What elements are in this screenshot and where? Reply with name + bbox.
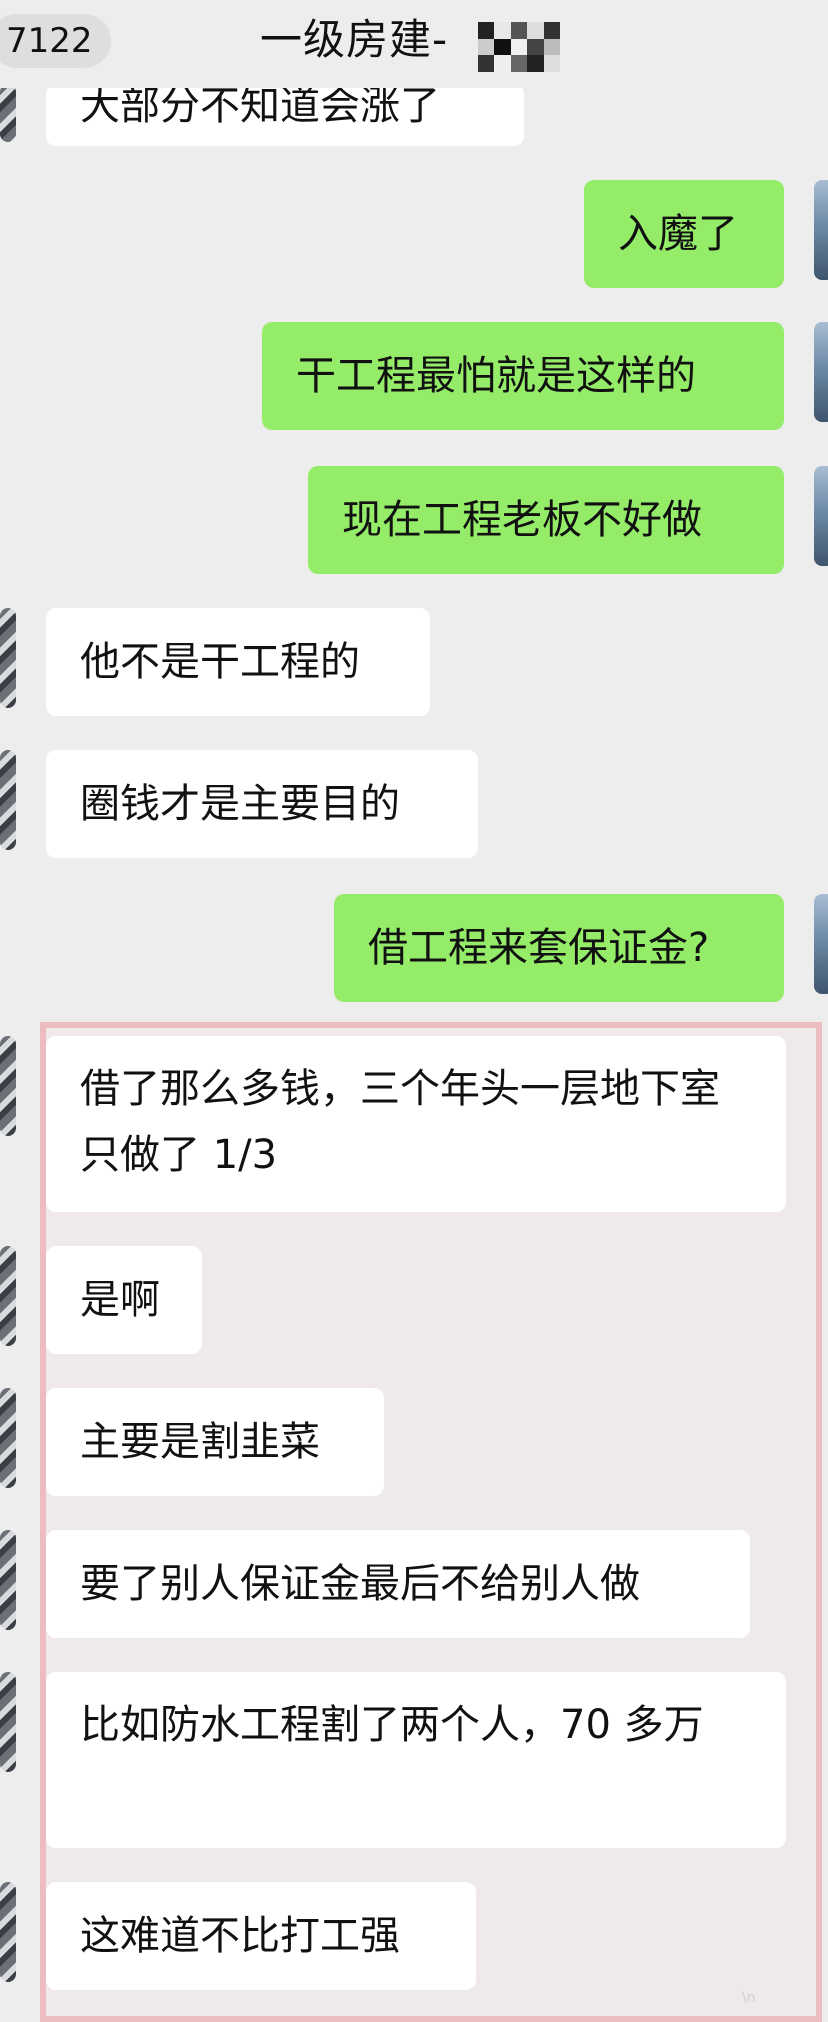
contact-avatar[interactable] xyxy=(0,84,16,142)
message-bubble-incoming[interactable]: 要了别人保证金最后不给别人做 xyxy=(46,1530,750,1638)
my-avatar[interactable] xyxy=(814,466,828,566)
message-bubble-incoming[interactable]: 是啊 xyxy=(46,1246,202,1354)
contact-avatar[interactable] xyxy=(0,1246,16,1346)
message-bubble-outgoing[interactable]: 借工程来套保证金? xyxy=(334,894,784,1002)
message-bubble-incoming[interactable]: 借了那么多钱，三个年头一层地下室只做了 1/3 xyxy=(46,1036,786,1212)
contact-avatar[interactable] xyxy=(0,750,16,850)
chat-title: 一级房建- xyxy=(260,15,449,64)
message-bubble-incoming[interactable]: 主要是割韭菜 xyxy=(46,1388,384,1496)
contact-avatar[interactable] xyxy=(0,1882,16,1982)
message-bubble-incoming[interactable]: 圈钱才是主要目的 xyxy=(46,750,478,858)
contact-avatar[interactable] xyxy=(0,1036,16,1136)
contact-avatar[interactable] xyxy=(0,1530,16,1630)
chat-header: 7122 一级房建- xyxy=(0,0,828,88)
message-bubble-incoming[interactable]: 这难道不比打工强 xyxy=(46,1882,476,1990)
message-bubble-incoming[interactable]: 大部分不知道会涨了 xyxy=(46,84,524,146)
message-bubble-outgoing[interactable]: 入魔了 xyxy=(584,180,784,288)
contact-avatar[interactable] xyxy=(0,608,16,708)
pixelated-mask-icon xyxy=(478,22,560,72)
my-avatar[interactable] xyxy=(814,180,828,280)
message-bubble-outgoing[interactable]: 干工程最怕就是这样的 xyxy=(262,322,784,430)
my-avatar[interactable] xyxy=(814,894,828,994)
message-bubble-incoming[interactable]: 比如防水工程割了两个人，70 多万 xyxy=(46,1672,786,1848)
contact-avatar[interactable] xyxy=(0,1388,16,1488)
unread-count-badge[interactable]: 7122 xyxy=(0,14,111,68)
contact-avatar[interactable] xyxy=(0,1672,16,1772)
corner-watermark: \n xyxy=(742,1990,756,2006)
my-avatar[interactable] xyxy=(814,322,828,422)
message-bubble-incoming[interactable]: 他不是干工程的 xyxy=(46,608,430,716)
message-bubble-outgoing[interactable]: 现在工程老板不好做 xyxy=(308,466,784,574)
